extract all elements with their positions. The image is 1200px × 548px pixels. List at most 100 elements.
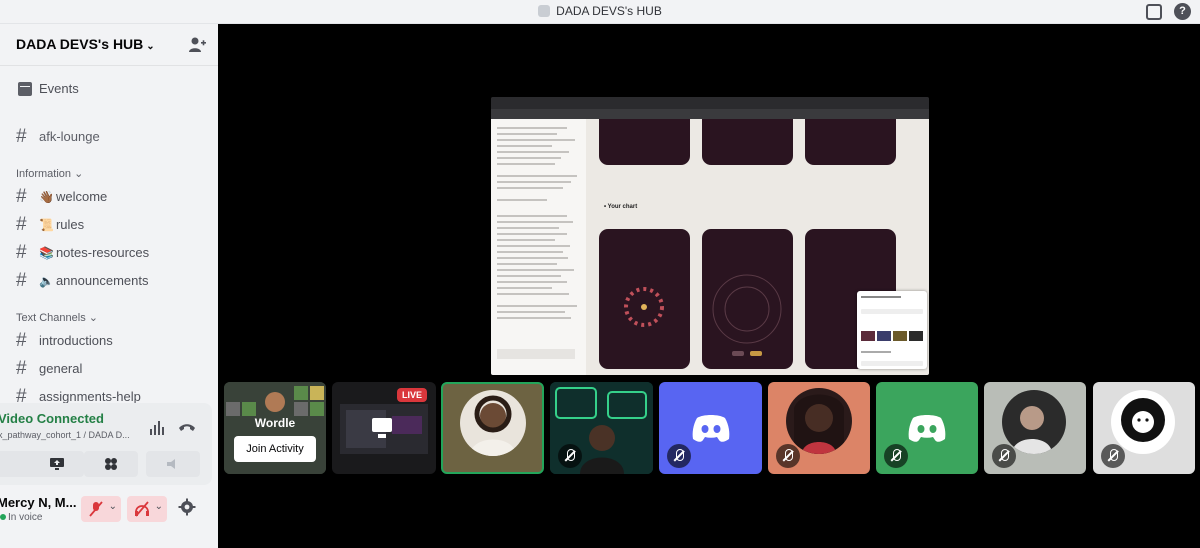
- channel-emoji: 🔈: [39, 274, 54, 288]
- channel-label: 👋🏾 welcome: [39, 189, 107, 204]
- participant-tile-avatar[interactable]: [1093, 382, 1195, 474]
- channel-emoji: 👋🏾: [39, 190, 54, 204]
- live-stream-tile[interactable]: LIVE: [332, 382, 436, 474]
- participant-video-tile[interactable]: [441, 382, 544, 474]
- phone-mockup: [702, 119, 793, 165]
- participant-tile-discord[interactable]: [659, 382, 762, 474]
- inbox-icon[interactable]: [1146, 4, 1162, 20]
- channel-label: 🔈 announcements: [39, 273, 148, 288]
- hash-icon: #: [16, 126, 27, 147]
- avatar: [786, 388, 852, 454]
- user-panel: Mercy N, M... In voice ⌄ ⌄: [0, 490, 212, 530]
- channel-name: welcome: [55, 189, 108, 204]
- voice-status[interactable]: Video Connected: [0, 411, 104, 426]
- wordle-activity-tile[interactable]: Wordle Join Activity: [224, 382, 326, 474]
- screen-share-stream[interactable]: • Your chart: [491, 97, 929, 375]
- channel-afk-lounge[interactable]: # afk-lounge: [8, 124, 204, 150]
- activity-name: Wordle: [254, 416, 296, 430]
- screen-share-icon: [50, 458, 64, 470]
- invite-people-icon[interactable]: [188, 36, 206, 54]
- user-status-text: In voice: [8, 512, 43, 523]
- mic-muted-icon: [558, 444, 582, 468]
- voice-connection-panel: Video Connected x_pathway_cohort_1 / DAD…: [0, 403, 212, 485]
- phone-mockup: [599, 119, 690, 165]
- participant-tile-avatar[interactable]: [984, 382, 1086, 474]
- channel-announcements[interactable]: # 🔈 announcements: [8, 268, 204, 294]
- mic-muted-icon: [667, 444, 691, 468]
- calendar-icon: [18, 82, 32, 96]
- hash-icon: #: [16, 186, 27, 207]
- participant-tile-avatar[interactable]: [768, 382, 870, 474]
- channel-label: 📚 notes-resources: [39, 245, 149, 260]
- hash-icon: #: [16, 270, 27, 291]
- hash-icon: #: [16, 358, 27, 379]
- hash-icon: #: [16, 214, 27, 235]
- sidebar-item-events[interactable]: Events: [8, 76, 204, 102]
- mic-muted-icon: [884, 444, 908, 468]
- server-name-text: DADA DEVS's HUB: [16, 36, 144, 52]
- discord-logo-icon: [692, 415, 729, 442]
- participant-video-tile[interactable]: [550, 382, 653, 474]
- channel-name: announcements: [55, 273, 149, 288]
- deafen-button[interactable]: ⌄: [127, 496, 167, 522]
- activity-icon: [105, 458, 117, 470]
- channel-name: notes-resources: [55, 245, 150, 260]
- chevron-down-icon: ⌄: [146, 41, 155, 52]
- phone-mockup: [805, 119, 896, 165]
- channel-label: assignments-help: [39, 389, 141, 404]
- channel-name: rules: [55, 217, 85, 232]
- hash-icon: #: [16, 242, 27, 263]
- avatar: [265, 392, 285, 412]
- soundboard-button[interactable]: [146, 451, 200, 477]
- server-name[interactable]: DADA DEVS's HUB ⌄: [16, 36, 155, 52]
- mute-button[interactable]: ⌄: [81, 496, 121, 522]
- join-activity-button[interactable]: Join Activity: [234, 436, 316, 462]
- channel-label: introductions: [39, 333, 113, 348]
- channel-rules[interactable]: # 📜 rules: [8, 212, 204, 238]
- events-label: Events: [39, 81, 79, 96]
- window-title-text: DADA DEVS's HUB: [556, 4, 662, 18]
- mic-muted-icon: [1101, 444, 1125, 468]
- channel-label: general: [39, 361, 83, 376]
- window-titlebar: DADA DEVS's HUB ?: [0, 0, 1200, 24]
- mic-muted-icon: [89, 501, 103, 517]
- user-status: In voice: [0, 512, 42, 523]
- help-icon[interactable]: ?: [1174, 3, 1191, 20]
- participant-tile-discord[interactable]: [876, 382, 978, 474]
- headphones-muted-icon: [135, 501, 149, 517]
- live-badge: LIVE: [397, 388, 427, 402]
- shared-section-heading: • Your chart: [604, 204, 638, 210]
- video-stage: • Your chart Wordle Join Activity LIVE: [218, 24, 1200, 548]
- shared-browser-tabs: [491, 109, 929, 119]
- channel-notes-resources[interactable]: # 📚 notes-resources: [8, 240, 204, 266]
- status-dot-icon: [0, 514, 6, 520]
- chevron-down-icon: ⌄: [154, 501, 163, 512]
- avatar: [1111, 390, 1175, 454]
- channel-welcome[interactable]: # 👋🏾 welcome: [8, 184, 204, 210]
- channel-introductions[interactable]: # introductions: [8, 328, 204, 354]
- user-name[interactable]: Mercy N, M...: [0, 495, 76, 510]
- category-text-channels[interactable]: Text Channels ⌄: [16, 311, 98, 324]
- activity-button[interactable]: [84, 451, 138, 477]
- avatar: [460, 390, 526, 456]
- screen-share-button[interactable]: [30, 451, 84, 477]
- settings-gear-icon[interactable]: [178, 498, 196, 516]
- category-information[interactable]: Information ⌄: [16, 167, 83, 180]
- discord-logo-icon: [908, 415, 946, 442]
- server-header[interactable]: DADA DEVS's HUB ⌄: [0, 24, 218, 66]
- soundboard-icon: [167, 459, 175, 469]
- voice-channel-path[interactable]: x_pathway_cohort_1 / DADA D...: [0, 430, 130, 440]
- channel-general[interactable]: # general: [8, 356, 204, 382]
- voice-signal-icon[interactable]: [150, 421, 166, 435]
- shared-chat-panel: [491, 119, 586, 375]
- chevron-down-icon: ⌄: [108, 501, 117, 512]
- shared-popup-panel: [857, 291, 927, 369]
- mic-muted-icon: [776, 444, 800, 468]
- phone-mockup: [702, 229, 793, 369]
- server-logo-icon: [538, 5, 551, 17]
- channel-emoji: 📜: [39, 218, 54, 232]
- hang-up-icon[interactable]: [178, 418, 196, 436]
- phone-mockup: [599, 229, 690, 369]
- channel-label: afk-lounge: [39, 129, 100, 144]
- window-title: DADA DEVS's HUB: [0, 4, 1200, 18]
